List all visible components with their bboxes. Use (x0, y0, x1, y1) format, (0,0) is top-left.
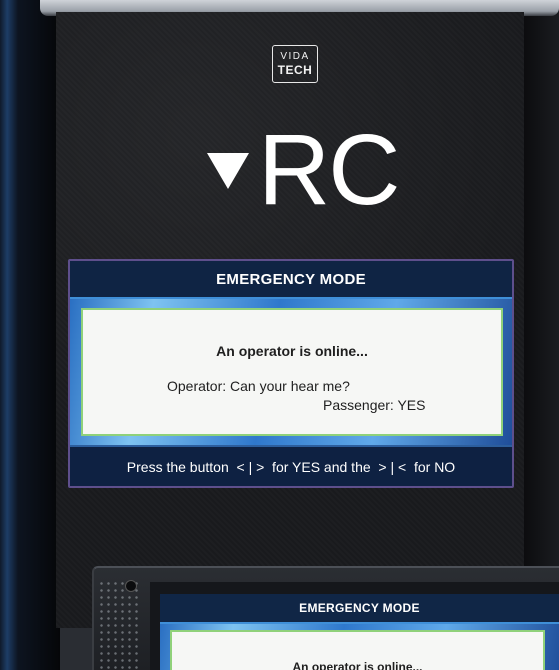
vidatech-logo: VIDA TECH (272, 45, 318, 83)
speaker-grille (98, 580, 138, 670)
second-message-box: An operator is online... (170, 630, 545, 670)
device-knob (125, 580, 137, 592)
operator-message: Operator: Can your hear me? (167, 378, 350, 394)
logo-line-2: TECH (277, 63, 313, 77)
operator-status: An operator is online... (216, 343, 368, 359)
emergency-panel: EMERGENCY MODE An operator is online... … (68, 259, 514, 488)
passenger-message: Passenger: YES (323, 397, 426, 413)
left-background (0, 0, 60, 670)
second-operator-status: An operator is online... (292, 660, 423, 670)
floor-indicator: RC (258, 114, 400, 226)
instruction-bar: Press the button < | > for YES and the >… (70, 445, 512, 486)
emergency-frame: An operator is online... Operator: Can y… (70, 299, 512, 445)
triangle-down-icon (207, 153, 249, 189)
second-emergency-title: EMERGENCY MODE (160, 594, 559, 624)
emergency-title: EMERGENCY MODE (70, 261, 512, 299)
logo-line-1: VIDA (280, 51, 310, 62)
message-box: An operator is online... Operator: Can y… (81, 308, 503, 436)
